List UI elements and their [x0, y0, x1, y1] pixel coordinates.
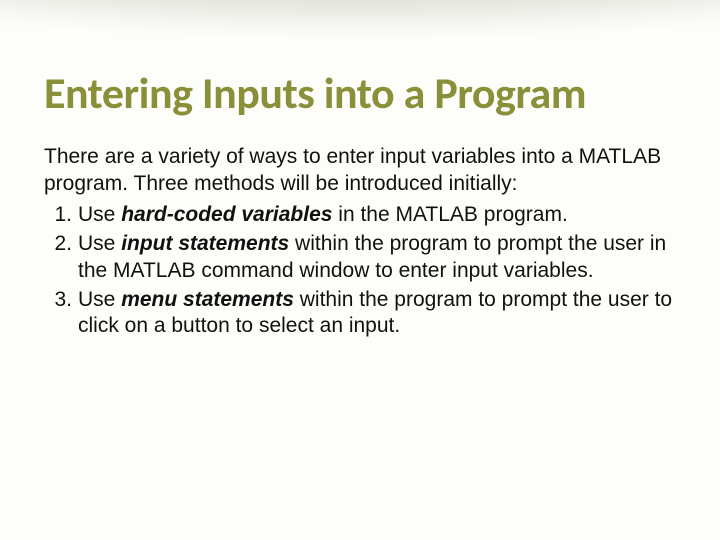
- list-item-emph: menu statements: [121, 288, 294, 311]
- list-item-pre: Use: [78, 203, 121, 226]
- intro-text: There are a variety of ways to enter inp…: [44, 144, 676, 198]
- slide-body: There are a variety of ways to enter inp…: [44, 144, 676, 340]
- list-item-pre: Use: [78, 288, 121, 311]
- list-item: Use menu statements within the program t…: [44, 287, 676, 341]
- slide-title: Entering Inputs into a Program: [44, 70, 676, 116]
- list-item-emph: input statements: [121, 232, 289, 255]
- list-item: Use input statements within the program …: [44, 231, 676, 285]
- slide-content: Entering Inputs into a Program There are…: [0, 0, 720, 340]
- list-item-post: in the MATLAB program.: [332, 203, 567, 226]
- list-item-pre: Use: [78, 232, 121, 255]
- list-item: Use hard-coded variables in the MATLAB p…: [44, 202, 676, 229]
- list-item-emph: hard-coded variables: [121, 203, 332, 226]
- methods-list: Use hard-coded variables in the MATLAB p…: [44, 202, 676, 340]
